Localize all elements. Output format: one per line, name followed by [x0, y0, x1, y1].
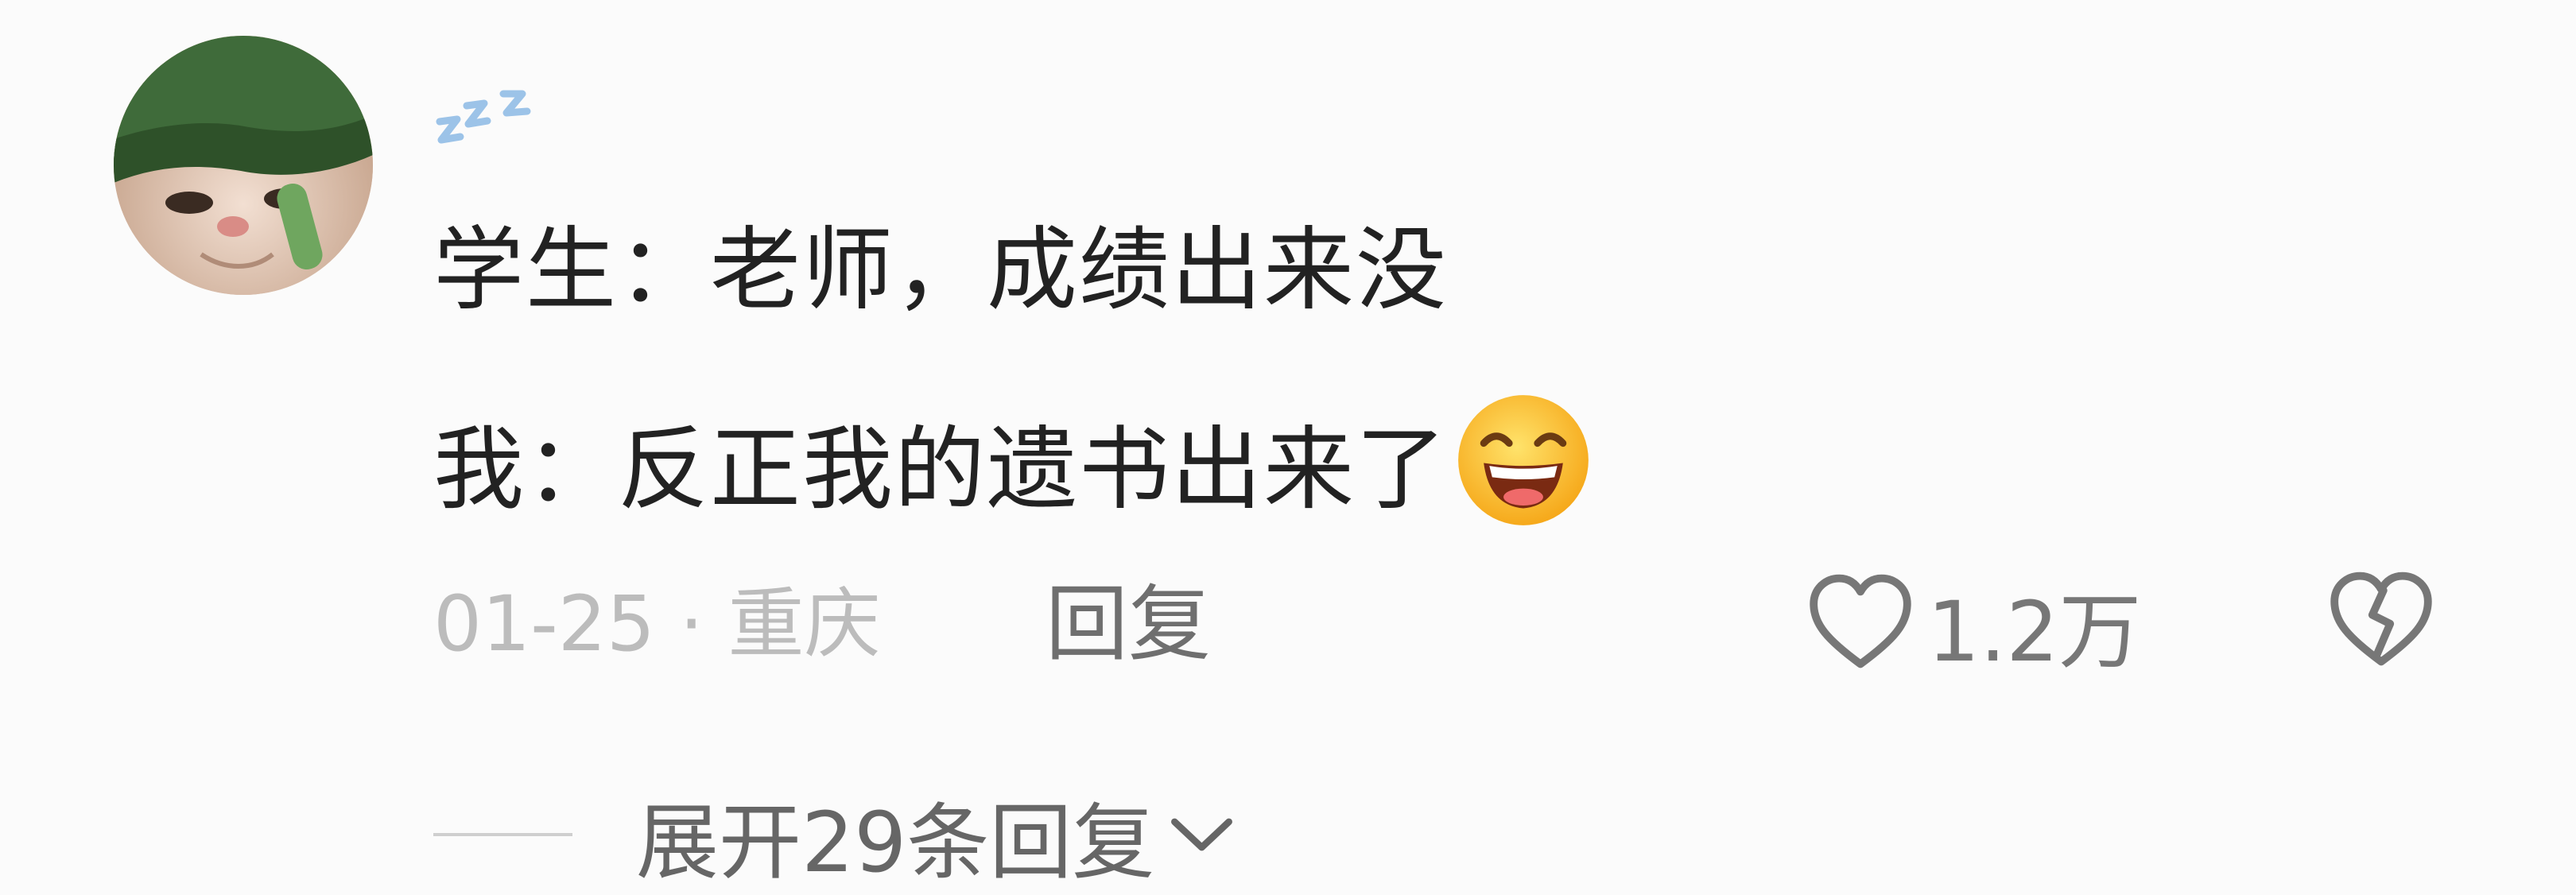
expand-replies-label: 展开29条回复 [636, 793, 1155, 891]
chevron-down-icon [1171, 818, 1233, 851]
user-avatar[interactable] [114, 36, 373, 295]
comment-item: 学生：老师，成绩出来没 我：反正我的遗书出来了 01-25 · 重庆 回复 1.… [0, 0, 2576, 891]
divider-line [433, 833, 572, 836]
like-button[interactable]: 1.2万 [1805, 560, 2141, 688]
comment-date-location: 01-25 · 重庆 [433, 579, 881, 668]
comment-text-line-2-text: 我：反正我的遗书出来了 [433, 417, 1449, 522]
cat-avatar-icon [114, 36, 373, 295]
comment-text-line-2: 我：反正我的遗书出来了 [433, 389, 1594, 531]
broken-heart-icon[interactable] [2326, 566, 2437, 677]
comment-text-line-1: 学生：老师，成绩出来没 [433, 217, 1449, 323]
expand-replies-button[interactable]: 展开29条回复 [433, 775, 1240, 894]
like-count: 1.2万 [1927, 583, 2142, 680]
heart-outline-icon [1810, 574, 1911, 668]
reply-button[interactable]: 回复 [1046, 572, 1211, 676]
username[interactable] [433, 62, 545, 149]
grinning-squinting-face-emoji [1458, 395, 1589, 525]
zzz-sleep-icon [436, 90, 531, 144]
